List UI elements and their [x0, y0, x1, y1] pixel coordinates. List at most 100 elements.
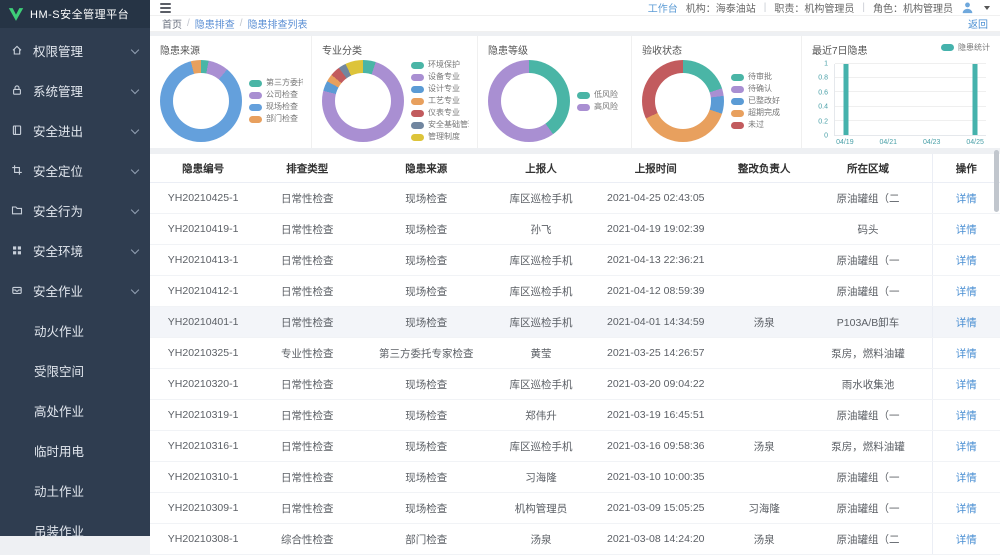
detail-link[interactable]: 详情: [956, 379, 977, 391]
x-tick-label: 04/19: [836, 139, 854, 146]
sidebar-item-safe-access[interactable]: 安全进出: [0, 110, 150, 150]
table-body: YH20210425-1日常性检查现场检查库区巡检手机2021-04-25 02…: [150, 183, 1000, 555]
table-cell: 原油罐组（二: [805, 524, 933, 555]
breadcrumb-current: 隐患排查列表: [248, 16, 308, 31]
breadcrumb-separator: /: [240, 18, 243, 29]
y-tick-label: 1: [824, 61, 828, 68]
table-cell: 现场检查: [358, 276, 494, 307]
legend-swatch: [411, 122, 424, 129]
table-cell: 2021-04-19 19:02:39: [588, 214, 724, 245]
breadcrumb: 首页 / 隐患排查 / 隐患排查列表 返回: [150, 16, 1000, 32]
legend-item: 未过: [731, 120, 780, 130]
table-cell: 日常性检查: [256, 307, 358, 338]
table-cell: 2021-03-16 09:58:36: [588, 431, 724, 462]
table-cell: [724, 400, 805, 431]
table-cell: 日常性检查: [256, 276, 358, 307]
table-row: YH20210413-1日常性检查现场检查库区巡检手机2021-04-13 22…: [150, 245, 1000, 276]
detail-link[interactable]: 详情: [956, 503, 977, 515]
table-cell: 2021-04-01 14:34:59: [588, 307, 724, 338]
sidebar-subitem-temporary-power[interactable]: 临时用电: [0, 430, 150, 470]
table-cell-action: 详情: [932, 462, 1000, 493]
chart-title: 验收状态: [642, 42, 793, 57]
sidebar-item-permission[interactable]: 权限管理: [0, 30, 150, 70]
sidebar-item-system[interactable]: 系统管理: [0, 70, 150, 110]
legend-item: 第三方委托专家检查: [249, 78, 303, 88]
legend-item: 安全基础管理: [411, 120, 469, 130]
sidebar-item-safe-location[interactable]: 安全定位: [0, 150, 150, 190]
table-cell: 日常性检查: [256, 431, 358, 462]
table-cell: 库区巡检手机: [494, 431, 588, 462]
table-row: YH20210319-1日常性检查现场检查郑伟升2021-03-19 16:45…: [150, 400, 1000, 431]
table-cell-action: 详情: [932, 338, 1000, 369]
legend-swatch: [411, 134, 424, 141]
legend-swatch: [577, 92, 590, 99]
sidebar-item-safe-operation[interactable]: 安全作业: [0, 270, 150, 310]
table-cell: 2021-03-20 09:04:22: [588, 369, 724, 400]
table-cell: 原油罐组（一: [805, 276, 933, 307]
workbench-link[interactable]: 工作台: [648, 0, 678, 15]
detail-link[interactable]: 详情: [956, 286, 977, 298]
detail-link[interactable]: 详情: [956, 317, 977, 329]
donut-hole: [335, 73, 391, 129]
back-link[interactable]: 返回: [968, 16, 988, 31]
sidebar-subitem-earth-work[interactable]: 动土作业: [0, 470, 150, 510]
sidebar-subitem-hot-work[interactable]: 动火作业: [0, 310, 150, 350]
legend-label: 已整改好: [748, 96, 780, 106]
table-cell: 习海隆: [494, 462, 588, 493]
sidebar-item-safe-environment[interactable]: 安全环境: [0, 230, 150, 270]
home-icon: [10, 44, 24, 56]
table-cell: 汤泉: [724, 524, 805, 555]
detail-link[interactable]: 详情: [956, 472, 977, 484]
legend-label: 现场检查: [266, 102, 298, 112]
grid-icon: [10, 244, 24, 256]
table-cell: 原油罐组（一: [805, 245, 933, 276]
table-cell: YH20210310-1: [150, 462, 256, 493]
detail-link[interactable]: 详情: [956, 348, 977, 360]
table-cell: YH20210401-1: [150, 307, 256, 338]
legend-item: 高风险: [577, 102, 618, 112]
gridline: [835, 91, 986, 92]
scrollbar-thumb[interactable]: [994, 150, 999, 212]
sidebar-subitem-label: 动火作业: [34, 321, 84, 340]
sidebar-item-label: 安全定位: [33, 161, 83, 180]
breadcrumb-level2[interactable]: 隐患排查: [195, 16, 235, 31]
legend-swatch: [249, 80, 262, 87]
table-row: YH20210320-1日常性检查现场检查库区巡检手机2021-03-20 09…: [150, 369, 1000, 400]
logo[interactable]: HM-S安全管理平台: [0, 0, 150, 28]
donut-hole: [173, 73, 229, 129]
legend-label: 超期完成: [748, 108, 780, 118]
table-cell: 泵房，燃料油罐: [805, 338, 933, 369]
table-cell: 日常性检查: [256, 462, 358, 493]
detail-link[interactable]: 详情: [956, 534, 977, 546]
legend-label: 安全基础管理: [428, 120, 469, 130]
table-cell: 日常性检查: [256, 183, 358, 214]
sidebar-subitem-work-at-height[interactable]: 高处作业: [0, 390, 150, 430]
table-cell: 日常性检查: [256, 369, 358, 400]
table-cell: 日常性检查: [256, 493, 358, 524]
table-cell: YH20210425-1: [150, 183, 256, 214]
chart-title: 专业分类: [322, 42, 469, 57]
sidebar-subitem-label: 临时用电: [34, 441, 84, 460]
sidebar-subitem-lifting-work[interactable]: 吊装作业: [0, 510, 150, 550]
detail-link[interactable]: 详情: [956, 441, 977, 453]
legend-swatch: [411, 86, 424, 93]
table-cell: [724, 245, 805, 276]
detail-link[interactable]: 详情: [956, 410, 977, 422]
donut-chart: [642, 60, 724, 142]
table-cell: 日常性检查: [256, 214, 358, 245]
detail-link[interactable]: 详情: [956, 224, 977, 236]
legend-label: 设备专业: [428, 72, 460, 82]
sidebar-item-safe-behavior[interactable]: 安全行为: [0, 190, 150, 230]
legend-item: 环境保护: [411, 60, 469, 70]
chevron-down-icon: [131, 126, 139, 134]
hamburger-menu-icon[interactable]: [160, 3, 171, 13]
table-cell-action: 详情: [932, 245, 1000, 276]
detail-link[interactable]: 详情: [956, 255, 977, 267]
detail-link[interactable]: 详情: [956, 193, 977, 205]
caret-down-icon[interactable]: [984, 6, 990, 10]
sidebar-subitem-confined-space[interactable]: 受限空间: [0, 350, 150, 390]
donut-chart: [160, 60, 242, 142]
breadcrumb-home[interactable]: 首页: [162, 16, 182, 31]
user-avatar-icon[interactable]: [961, 1, 974, 14]
legend-swatch: [731, 122, 744, 129]
